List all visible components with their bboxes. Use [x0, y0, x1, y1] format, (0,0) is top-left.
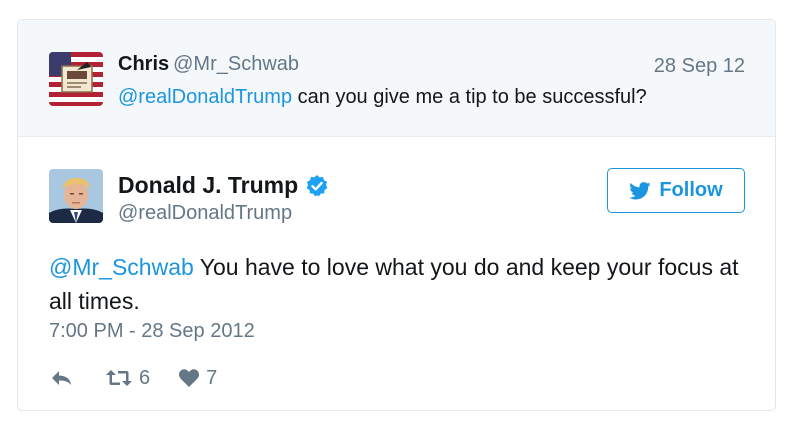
reply-text: @realDonaldTrump can you give me a tip t…	[118, 86, 647, 109]
tweet-mention-link[interactable]: @Mr_Schwab	[49, 254, 194, 280]
reply-button[interactable]	[49, 368, 75, 388]
author-name[interactable]: Donald J. Trump	[118, 172, 329, 199]
author-name-text[interactable]: Donald J. Trump	[118, 172, 298, 199]
retweet-count: 6	[139, 366, 151, 389]
reply-author-handle[interactable]: @Mr_Schwab	[173, 53, 299, 75]
embedded-tweet-card: Chris @Mr_Schwab 28 Sep 12 @realDonaldTru…	[17, 19, 776, 411]
author-avatar[interactable]	[49, 169, 103, 223]
verified-badge-icon	[305, 174, 329, 198]
reply-body: can you give me a tip to be successful?	[292, 86, 647, 108]
follow-button[interactable]: Follow	[607, 168, 745, 213]
author-handle[interactable]: @realDonaldTrump	[118, 202, 292, 225]
reply-date[interactable]: 28 Sep 12	[654, 55, 745, 78]
like-count: 7	[206, 366, 218, 389]
tweet-actions: 6 7	[49, 365, 217, 391]
retweet-button[interactable]: 6	[105, 367, 150, 390]
tweet-timestamp[interactable]: 7:00 PM - 28 Sep 2012	[49, 320, 255, 343]
tweet-text: @Mr_Schwab You have to love what you do …	[49, 250, 749, 318]
like-button[interactable]: 7	[178, 367, 217, 390]
reply-author-name[interactable]: Chris	[118, 53, 169, 75]
bird-icon	[629, 181, 651, 199]
retweet-icon	[106, 370, 132, 386]
parent-tweet[interactable]: Chris @Mr_Schwab 28 Sep 12 @realDonaldTru…	[18, 20, 775, 137]
reply-mention-link[interactable]: @realDonaldTrump	[118, 86, 292, 108]
reply-author[interactable]: Chris @Mr_Schwab	[118, 53, 299, 76]
heart-icon	[179, 369, 200, 387]
follow-button-label: Follow	[659, 179, 723, 201]
reply-icon	[52, 371, 71, 385]
flag-avatar-icon[interactable]	[49, 52, 103, 106]
